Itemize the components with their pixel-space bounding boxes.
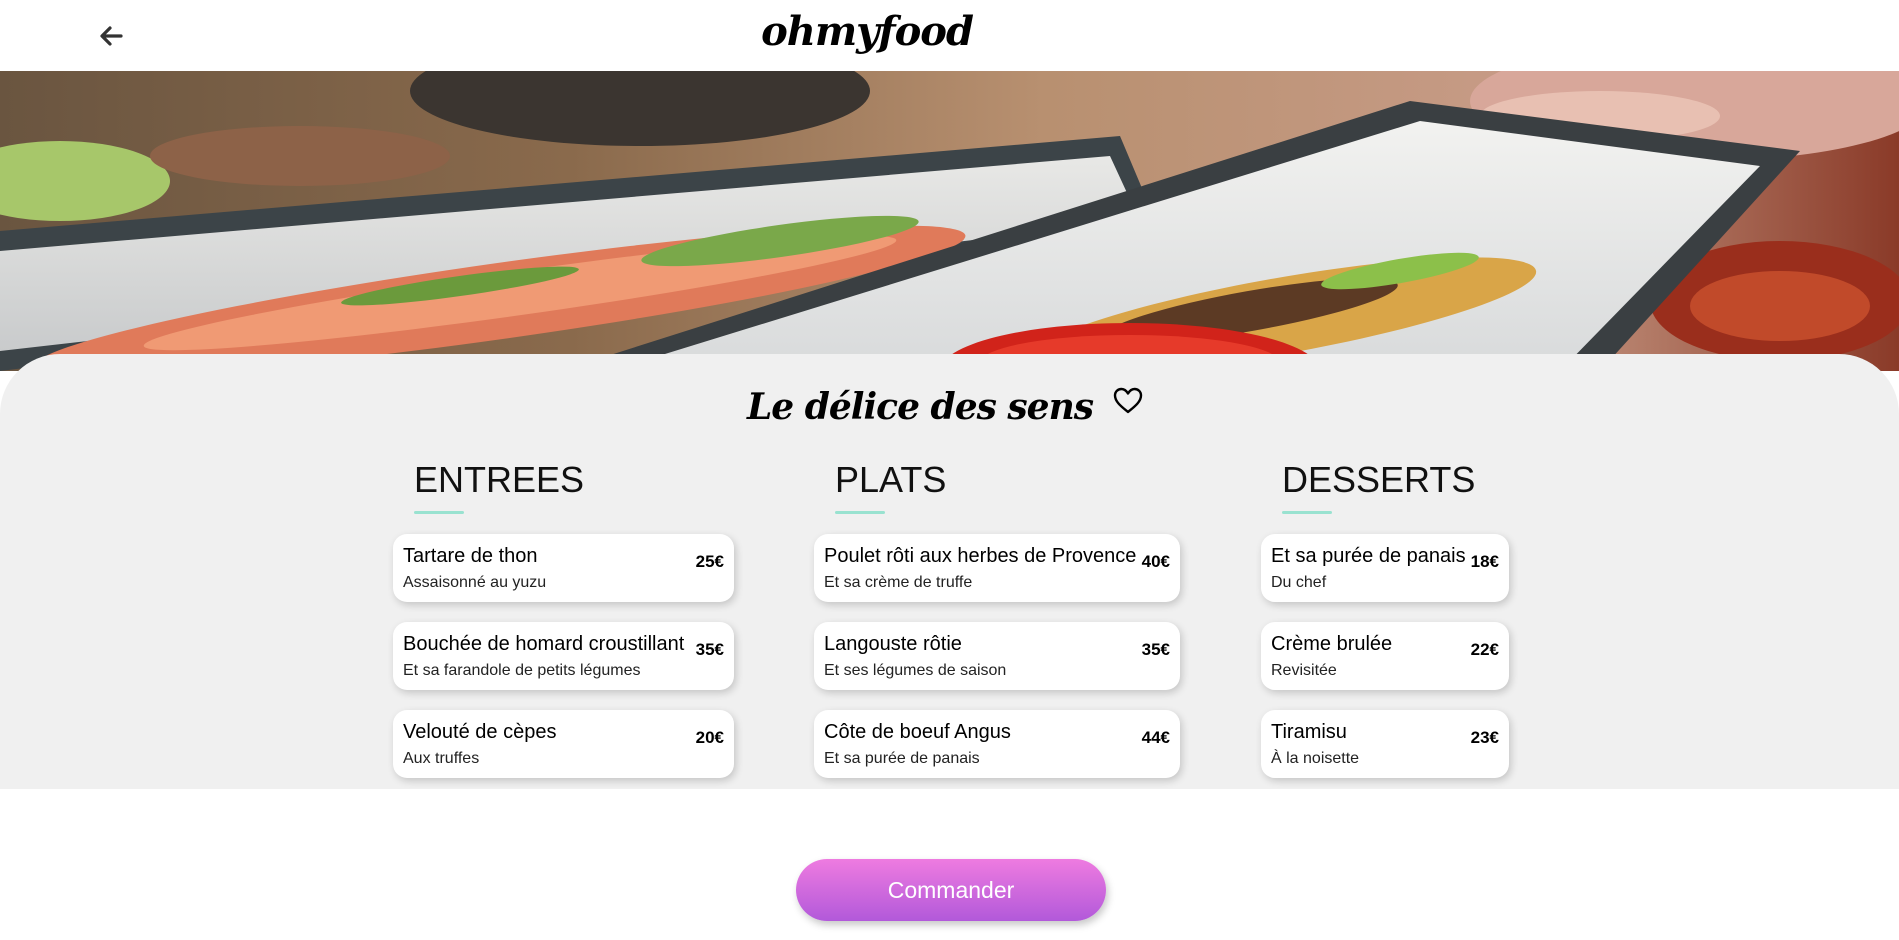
heading-underline [414, 511, 464, 514]
column-heading: ENTREES [414, 459, 585, 500]
dish-name: Bouchée de homard croustillant [403, 633, 685, 655]
menu-column-entrees: ENTREES Tartare de thon Assaisonné au yu… [393, 458, 734, 778]
dish-name: Tiramisu [1271, 721, 1347, 743]
dish-card[interactable]: Langouste rôtie Et ses légumes de saison… [814, 622, 1180, 690]
logo[interactable]: ohmyfood [757, 6, 977, 58]
heart-outline-icon [1113, 387, 1143, 414]
restaurant-name: Le délice des sens [746, 386, 1094, 428]
dish-list: Et sa purée de panais Du chef 18€ Crème … [1261, 534, 1509, 778]
hero-food-photo [0, 71, 1899, 371]
dish-name: Crème brulée [1271, 633, 1393, 655]
hero-image [0, 71, 1899, 371]
dish-price: 40€ [1141, 552, 1170, 571]
order-button[interactable]: Commander [796, 859, 1106, 921]
heading-underline [1282, 511, 1332, 514]
dish-name: Poulet rôti aux herbes de Provence [824, 545, 1137, 567]
dish-price: 35€ [695, 640, 724, 659]
dish-price: 18€ [1470, 552, 1499, 571]
dish-list: Tartare de thon Assaisonné au yuzu 25€ B… [393, 534, 734, 778]
dish-description: Revisitée [1271, 662, 1337, 679]
arrow-left-icon [100, 26, 123, 46]
heading-underline [835, 511, 885, 514]
menu-column-plats: PLATS Poulet rôti aux herbes de Provence… [814, 458, 1180, 778]
column-heading: PLATS [835, 459, 947, 500]
dish-price: 44€ [1141, 728, 1170, 747]
dish-description: Et sa farandole de petits légumes [403, 662, 641, 679]
dish-description: Et sa purée de panais [824, 750, 980, 767]
dish-card[interactable]: Crème brulée Revisitée 22€ [1261, 622, 1509, 690]
dish-name: Langouste rôtie [824, 633, 962, 655]
dish-card[interactable]: Et sa purée de panais Du chef 18€ [1261, 534, 1509, 602]
column-heading: DESSERTS [1282, 459, 1476, 500]
dish-card[interactable]: Velouté de cèpes Aux truffes 20€ [393, 710, 734, 778]
dish-card[interactable]: Tiramisu À la noisette 23€ [1261, 710, 1509, 778]
dish-price: 35€ [1141, 640, 1170, 659]
dish-name: Velouté de cèpes [403, 721, 557, 743]
dish-description: Et sa crème de truffe [824, 574, 973, 591]
dish-description: Du chef [1271, 574, 1327, 591]
dish-name: Côte de boeuf Angus [824, 721, 1011, 743]
dish-description: Et ses légumes de saison [824, 662, 1007, 679]
dish-price: 25€ [695, 552, 724, 571]
dish-name: Tartare de thon [403, 545, 538, 567]
back-button[interactable] [96, 21, 126, 51]
dish-description: Aux truffes [403, 750, 480, 767]
menu-column-desserts: DESSERTS Et sa purée de panais Du chef 1… [1261, 458, 1509, 778]
dish-card[interactable]: Côte de boeuf Angus Et sa purée de panai… [814, 710, 1180, 778]
dish-price: 22€ [1470, 640, 1499, 659]
dish-description: À la noisette [1271, 750, 1360, 767]
header: ohmyfood [0, 0, 1899, 71]
dish-card[interactable]: Bouchée de homard croustillant Et sa far… [393, 622, 734, 690]
dish-description: Assaisonné au yuzu [403, 574, 547, 591]
dish-name: Et sa purée de panais [1271, 545, 1466, 567]
dish-card[interactable]: Poulet rôti aux herbes de Provence Et sa… [814, 534, 1180, 602]
dish-price: 20€ [695, 728, 724, 747]
dish-price: 23€ [1470, 728, 1499, 747]
favorite-button[interactable] [1112, 385, 1144, 417]
dish-list: Poulet rôti aux herbes de Provence Et sa… [814, 534, 1180, 778]
dish-card[interactable]: Tartare de thon Assaisonné au yuzu 25€ [393, 534, 734, 602]
